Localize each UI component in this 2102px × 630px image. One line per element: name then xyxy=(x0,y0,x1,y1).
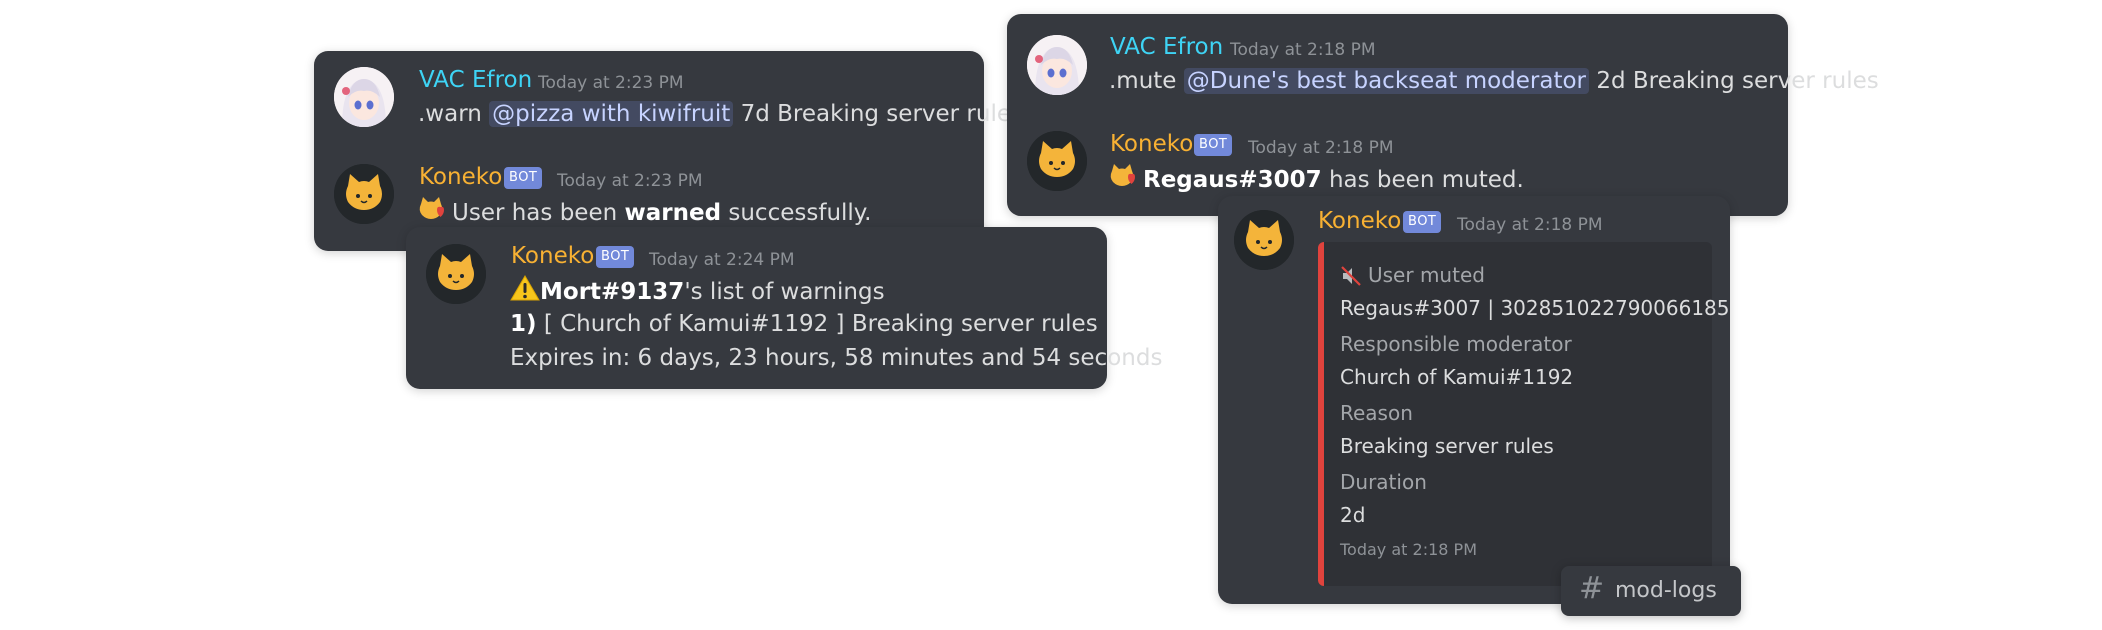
field-value: Breaking server rules xyxy=(1340,434,1554,458)
bot-avatar[interactable] xyxy=(426,244,486,304)
cat-avatar-icon xyxy=(334,164,394,224)
bot-author-name[interactable]: Koneko xyxy=(1110,131,1193,157)
item-text: [ Church of Kamui#1192 ] Breaking server… xyxy=(543,311,1098,337)
timestamp: Today at 2:23 PM xyxy=(538,73,684,93)
expires-text: Expires in: 6 days, 23 hours, 58 minutes… xyxy=(510,345,1163,371)
field-value: 2d xyxy=(1340,503,1366,527)
muted-speaker-icon xyxy=(1340,265,1362,291)
command-text: .warn xyxy=(418,101,482,127)
bot-author-name[interactable]: Koneko xyxy=(511,243,594,269)
field-value: Church of Kamui#1192 xyxy=(1340,365,1574,389)
text-after: has been muted. xyxy=(1328,167,1524,193)
bot-tag: BOT xyxy=(1403,211,1442,233)
hash-icon: # xyxy=(1579,571,1605,606)
message-content: User has been warned successfully. xyxy=(418,196,871,231)
embed: User muted Regaus#3007 | 302851022790066… xyxy=(1318,242,1730,586)
bot-avatar[interactable] xyxy=(334,164,394,224)
bot-author-name[interactable]: Koneko xyxy=(419,164,502,190)
message-content: Regaus#3007 has been muted. xyxy=(1109,163,1524,198)
muted-user[interactable]: Regaus#3007 xyxy=(1143,167,1322,193)
timestamp: Today at 2:23 PM xyxy=(557,171,703,191)
item-number: 1) xyxy=(510,311,537,337)
cat-avatar-icon xyxy=(1027,131,1087,191)
bot-tag: BOT xyxy=(504,167,543,189)
mute-card: VAC Efron Today at 2:18 PM .mute @Dune's… xyxy=(1007,14,1879,216)
user-mention[interactable]: @Dune's best backseat moderator xyxy=(1183,68,1590,94)
user-mention[interactable]: @pizza with kiwifruit xyxy=(489,101,734,127)
channel-name[interactable]: mod-logs xyxy=(1615,578,1717,603)
bot-author-name[interactable]: Koneko xyxy=(1318,208,1401,234)
text-after: successfully. xyxy=(728,200,872,226)
author-name[interactable]: VAC Efron xyxy=(1110,34,1223,60)
command-text: .mute xyxy=(1109,68,1177,94)
warned-user[interactable]: Mort#9137 xyxy=(540,279,684,305)
timestamp: Today at 2:24 PM xyxy=(649,250,795,270)
timestamp: Today at 2:18 PM xyxy=(1248,138,1394,158)
message-content: .mute @Dune's best backseat moderator 2d… xyxy=(1109,65,1879,97)
command-args: 2d Breaking server rules xyxy=(1596,68,1879,94)
warning-emoji-icon xyxy=(510,274,540,311)
bold-text: warned xyxy=(624,200,722,226)
field-label: Reason xyxy=(1340,401,1413,425)
text-before: User has been xyxy=(452,200,618,226)
warning-item: 1) [ Church of Kamui#1192 ] Breaking ser… xyxy=(510,308,1098,340)
bot-avatar[interactable] xyxy=(1027,131,1087,191)
timestamp: Today at 2:18 PM xyxy=(1230,40,1376,60)
channel-chip[interactable]: # mod-logs xyxy=(1561,566,1741,616)
cat-heart-emoji-icon xyxy=(418,196,448,231)
bot-tag: BOT xyxy=(596,246,635,268)
warnings-card: Koneko BOT Today at 2:24 PM Mort#9137's … xyxy=(406,227,1162,389)
embed-user-line: Regaus#3007 | 302851022790066185 xyxy=(1340,296,1730,320)
user-avatar[interactable] xyxy=(334,67,394,127)
field-label: Responsible moderator xyxy=(1340,332,1572,356)
cat-avatar-icon xyxy=(426,244,486,304)
message-content: .warn @pizza with kiwifruit 7d Breaking … xyxy=(418,98,1023,130)
cat-heart-emoji-icon xyxy=(1109,163,1139,198)
command-args: 7d Breaking server rules xyxy=(740,101,1023,127)
user-avatar[interactable] xyxy=(1027,35,1087,95)
bot-tag: BOT xyxy=(1194,134,1233,156)
embed-title: User muted xyxy=(1368,263,1485,287)
timestamp: Today at 2:18 PM xyxy=(1457,215,1603,235)
author-name[interactable]: VAC Efron xyxy=(419,67,532,93)
cat-avatar-icon xyxy=(1234,210,1294,270)
warn-card: VAC Efron Today at 2:23 PM .warn @pizza … xyxy=(314,51,1023,251)
embed-footer: Today at 2:18 PM xyxy=(1340,540,1477,559)
warnings-title: Mort#9137's list of warnings xyxy=(510,274,885,311)
title-rest: 's list of warnings xyxy=(684,279,885,305)
anime-girl-avatar-icon xyxy=(1027,35,1087,95)
bot-avatar[interactable] xyxy=(1234,210,1294,270)
field-label: Duration xyxy=(1340,470,1427,494)
anime-girl-avatar-icon xyxy=(334,67,394,127)
modlog-card: Koneko BOT Today at 2:18 PM User muted R… xyxy=(1218,196,1730,604)
